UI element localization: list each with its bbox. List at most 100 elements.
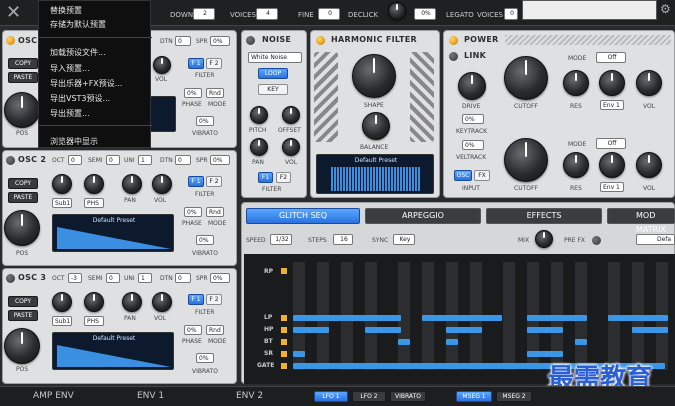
osc3-copy-button[interactable]: COPY — [8, 296, 38, 307]
seq-steps-field[interactable]: 16 — [333, 234, 353, 245]
osc2-uni-field[interactable]: 1 — [138, 155, 152, 165]
footer-mseg1-tab[interactable]: MSEG 1 — [456, 391, 492, 402]
seq-led-hp[interactable] — [281, 327, 287, 333]
osc2-pos-knob[interactable] — [4, 210, 40, 246]
osc2-sub-field[interactable]: Sub1 — [52, 198, 72, 208]
seq-led-gate[interactable] — [281, 363, 287, 369]
pct-field[interactable]: 0% — [414, 8, 436, 20]
osc3-oct-field[interactable]: -3 — [68, 273, 82, 283]
seq-cell-sr[interactable] — [293, 351, 305, 357]
power-env2-select[interactable]: Env 1 — [600, 182, 624, 192]
power-mode2-select[interactable]: Off — [596, 138, 626, 149]
noise-offset-knob[interactable] — [282, 106, 300, 124]
power-fx-button[interactable]: FX — [474, 170, 490, 181]
power-res2-knob[interactable] — [563, 152, 589, 178]
osc1-phase-field[interactable]: 0% — [184, 88, 202, 98]
harmonic-shape-knob[interactable] — [352, 54, 396, 98]
footer-env1-tab[interactable]: ENV 1 — [137, 391, 164, 401]
osc2-f2-button[interactable]: F 2 — [206, 176, 222, 187]
footer-mseg2-tab[interactable]: MSEG 2 — [496, 391, 532, 402]
harmonic-balance-knob[interactable] — [362, 112, 390, 140]
fine-field[interactable]: 0 — [318, 8, 340, 20]
osc2-pan-knob[interactable] — [122, 174, 142, 194]
osc2-oct-field[interactable]: 0 — [68, 155, 82, 165]
noise-loop-button[interactable]: LOOP — [258, 68, 288, 79]
power-cutoff-knob[interactable] — [504, 56, 548, 100]
osc3-semi-field[interactable]: 0 — [106, 273, 120, 283]
osc3-phs-knob[interactable] — [84, 292, 104, 312]
noise-vol-knob[interactable] — [282, 138, 300, 156]
power-keytrack-field[interactable]: 0% — [462, 114, 484, 124]
legato-voices-field[interactable]: 0 — [504, 8, 518, 20]
power-led[interactable] — [449, 36, 458, 45]
gear-icon[interactable]: ⚙ — [660, 2, 671, 16]
tab-glitch-seq[interactable]: GLITCH SEQ — [246, 208, 360, 224]
osc3-rnd-field[interactable]: Rnd — [206, 325, 224, 335]
power-cutoff2-knob[interactable] — [504, 138, 548, 182]
seq-prefx-led[interactable] — [592, 236, 601, 245]
osc2-sub-knob[interactable] — [52, 174, 72, 194]
seq-led-bt[interactable] — [281, 339, 287, 345]
power-osc-button[interactable]: OSC — [454, 170, 472, 181]
power-vol-knob[interactable] — [636, 70, 662, 96]
seq-cell-hp[interactable] — [446, 327, 482, 333]
menu-item-save-default[interactable]: 存储为默认预置 — [50, 19, 106, 30]
osc2-paste-button[interactable]: PASTE — [8, 192, 38, 203]
osc1-f2-button[interactable]: F 2 — [206, 58, 222, 69]
osc3-f2-button[interactable]: F 2 — [206, 294, 222, 305]
tab-mod-matrix[interactable]: MOD MATRIX — [607, 208, 675, 234]
osc1-led[interactable] — [6, 36, 15, 45]
seq-cell-hp[interactable] — [527, 327, 563, 333]
osc3-f1-button[interactable]: F 1 — [188, 294, 204, 305]
seq-default-select[interactable]: Defa — [636, 234, 675, 245]
osc1-paste-button[interactable]: PASTE — [8, 72, 38, 83]
seq-cell-lp[interactable] — [608, 315, 668, 321]
noise-f2-button[interactable]: F2 — [276, 172, 291, 183]
power-link-led[interactable] — [449, 52, 458, 61]
osc3-sub-knob[interactable] — [52, 292, 72, 312]
osc1-spr-field[interactable]: 0% — [210, 36, 230, 46]
osc3-vibrato-field[interactable]: 0% — [196, 353, 214, 363]
osc1-rnd-field[interactable]: Rnd — [206, 88, 224, 98]
power-veltrack-field[interactable]: 0% — [462, 140, 484, 150]
seq-cell-sr[interactable] — [527, 351, 563, 357]
seq-sync-field[interactable]: Key — [393, 234, 415, 245]
osc2-phs-knob[interactable] — [84, 174, 104, 194]
osc2-vibrato-field[interactable]: 0% — [196, 235, 214, 245]
osc3-dtn-field[interactable]: 0 — [175, 273, 191, 283]
seq-cell-hp[interactable] — [293, 327, 329, 333]
osc3-vol-knob[interactable] — [152, 292, 172, 312]
osc3-spr-field[interactable]: 0% — [210, 273, 230, 283]
declick-knob[interactable] — [388, 2, 406, 20]
noise-pan-knob[interactable] — [250, 138, 268, 156]
osc2-vol-knob[interactable] — [152, 174, 172, 194]
seq-cell-bt[interactable] — [446, 339, 458, 345]
footer-amp-env-tab[interactable]: AMP ENV — [33, 391, 74, 401]
noise-f1-button[interactable]: F1 — [258, 172, 273, 183]
seq-led-sr[interactable] — [281, 351, 287, 357]
seq-cell-lp[interactable] — [527, 315, 587, 321]
seq-led-rp[interactable] — [281, 268, 287, 274]
osc1-copy-button[interactable]: COPY — [8, 58, 38, 69]
osc3-led[interactable] — [6, 274, 15, 283]
osc1-dtn-field[interactable]: 0 — [175, 36, 191, 46]
osc2-f1-button[interactable]: F 1 — [188, 176, 204, 187]
power-drive-knob[interactable] — [458, 72, 486, 100]
harmonic-led[interactable] — [316, 36, 325, 45]
osc3-paste-button[interactable]: PASTE — [8, 310, 38, 321]
footer-lfo2-tab[interactable]: LFO 2 — [352, 391, 386, 402]
footer-vibrato-tab[interactable]: VIBRATO — [390, 391, 426, 402]
seq-step-col[interactable] — [503, 262, 515, 370]
power-env2-knob[interactable] — [599, 152, 625, 178]
menu-item-import[interactable]: 导入预置... — [50, 63, 90, 74]
seq-led-lp[interactable] — [281, 315, 287, 321]
osc2-rnd-field[interactable]: Rnd — [206, 207, 224, 217]
menu-item-export[interactable]: 导出预置... — [50, 108, 90, 119]
osc2-dtn-field[interactable]: 0 — [175, 155, 191, 165]
osc1-vibrato-field[interactable]: 0% — [196, 116, 214, 126]
noise-pitch-knob[interactable] — [250, 106, 268, 124]
osc2-copy-button[interactable]: COPY — [8, 178, 38, 189]
seq-cell-lp[interactable] — [422, 315, 502, 321]
seq-cell-bt[interactable] — [398, 339, 410, 345]
menu-item-show-browser[interactable]: 浏览器中显示 — [50, 136, 98, 147]
